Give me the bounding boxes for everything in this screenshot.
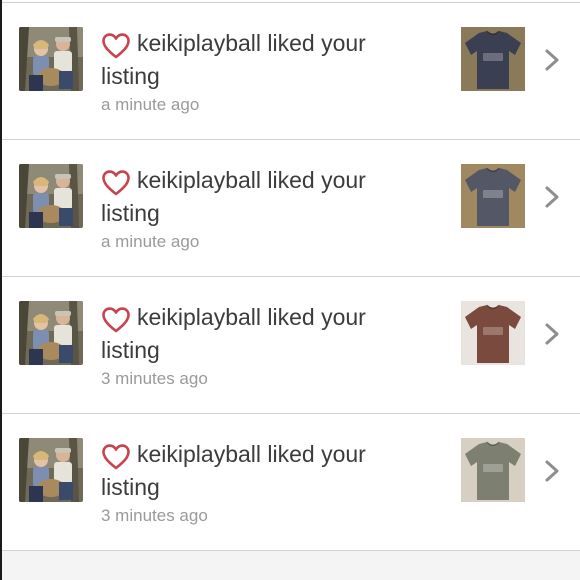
notification-message: keikiplayball liked your listing (101, 30, 366, 89)
notification-time: 3 minutes ago (101, 369, 208, 388)
chevron-right-icon[interactable] (542, 185, 562, 209)
user-avatar[interactable] (19, 27, 83, 91)
chevron-right-icon[interactable] (542, 459, 562, 483)
user-avatar[interactable] (19, 164, 83, 228)
notification-row[interactable]: keikiplayball liked your listing a minut… (2, 3, 580, 140)
chevron-right-icon[interactable] (542, 322, 562, 346)
bottom-strip (2, 551, 580, 580)
user-avatar[interactable] (19, 301, 83, 365)
notification-row[interactable]: keikiplayball liked your listing 3 minut… (2, 277, 580, 414)
listing-thumbnail[interactable] (461, 164, 525, 228)
user-avatar[interactable] (19, 438, 83, 502)
notification-message: keikiplayball liked your listing (101, 441, 366, 500)
notification-row[interactable]: keikiplayball liked your listing a minut… (2, 140, 580, 277)
notification-message: keikiplayball liked your listing (101, 304, 366, 363)
notifications-screen: keikiplayball liked your listing a minut… (0, 0, 580, 580)
notification-time: a minute ago (101, 95, 200, 114)
listing-thumbnail[interactable] (461, 301, 525, 365)
notification-time: a minute ago (101, 232, 200, 251)
listing-thumbnail[interactable] (461, 438, 525, 502)
listing-thumbnail[interactable] (461, 27, 525, 91)
notification-row[interactable]: keikiplayball liked your listing 3 minut… (2, 414, 580, 551)
notification-time: 3 minutes ago (101, 506, 208, 525)
notification-message: keikiplayball liked your listing (101, 167, 366, 226)
chevron-right-icon[interactable] (542, 48, 562, 72)
